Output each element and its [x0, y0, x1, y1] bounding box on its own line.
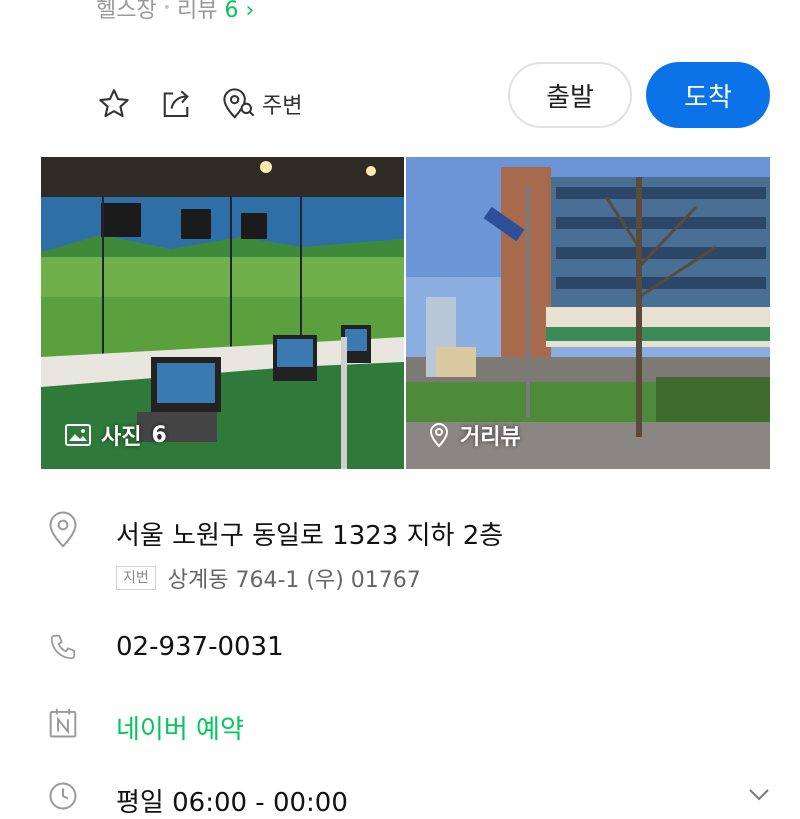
action-bar: 주변: [96, 86, 302, 122]
booking-link[interactable]: 네이버 예약: [116, 709, 244, 746]
nearby-label: 주변: [262, 94, 303, 119]
location-search-icon: [223, 88, 255, 119]
photo-count: 6: [151, 422, 167, 448]
photo-strip: 사진 6 거리뷰: [41, 157, 770, 469]
phone-row: 02-937-0031: [48, 630, 284, 664]
address-text[interactable]: 서울 노원구 동일로 1323 지하 2층: [116, 515, 503, 552]
street-view-text: 거리뷰: [460, 425, 521, 450]
save-button[interactable]: [96, 86, 132, 122]
reviews-arrow: ›: [245, 0, 255, 23]
arrive-button[interactable]: 도착: [646, 62, 770, 128]
naver-calendar-icon: [49, 708, 77, 738]
category-label: 헬스장: [96, 0, 157, 23]
reviews-count: 6: [224, 0, 239, 23]
booking-row: 네이버 예약: [48, 707, 244, 746]
address-row: 서울 노원구 동일로 1323 지하 2층: [48, 511, 503, 552]
separator-dot: •: [162, 0, 171, 16]
photo-label-text: 사진: [101, 425, 142, 450]
photo-count-label: 사진 6: [65, 419, 167, 451]
place-meta: 헬스장 • 리뷰 6 ›: [96, 0, 254, 24]
nearby-button[interactable]: 주변: [220, 86, 302, 122]
photo-thumbnail-streetview[interactable]: 거리뷰: [406, 157, 770, 469]
jibun-address-text: 상계동 764-1 (우) 01767: [167, 568, 421, 593]
reviews-link[interactable]: 리뷰 6 ›: [177, 0, 254, 24]
reviews-label: 리뷰: [177, 0, 218, 23]
clock-icon: [49, 782, 77, 810]
phone-icon: [50, 634, 76, 660]
star-icon: [99, 89, 129, 118]
street-view-label: 거리뷰: [428, 419, 521, 451]
share-button[interactable]: [158, 86, 194, 122]
jibun-address-row: 지번 상계동 764-1 (우) 01767: [116, 562, 421, 594]
location-pin-icon: [49, 511, 77, 548]
depart-button[interactable]: 출발: [508, 62, 632, 128]
photo-thumbnail-golf[interactable]: 사진 6: [41, 157, 404, 469]
phone-number[interactable]: 02-937-0031: [116, 632, 284, 662]
image-icon: [65, 424, 91, 446]
location-pin-icon: [429, 423, 449, 448]
hours-text[interactable]: 평일 06:00 - 00:00: [116, 782, 348, 819]
share-icon: [163, 90, 189, 118]
jibun-tag: 지번: [116, 566, 156, 590]
